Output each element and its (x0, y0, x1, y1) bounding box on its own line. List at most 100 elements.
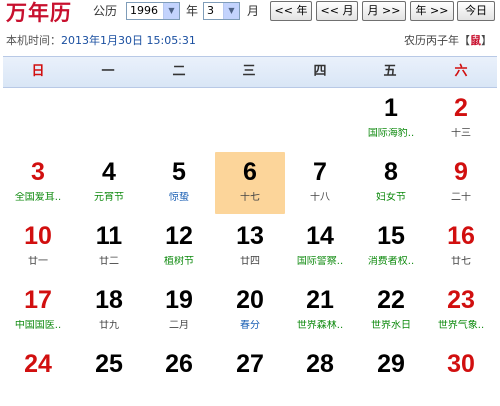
day-number: 29 (377, 350, 405, 378)
weekday-fri: 五 (383, 64, 397, 79)
chevron-down-icon[interactable]: ▼ (163, 3, 179, 19)
day-number: 24 (24, 350, 52, 378)
day-number: 14 (306, 222, 334, 250)
day-cell[interactable]: 26 (144, 344, 214, 406)
day-cell[interactable]: 2 十三 (426, 88, 496, 150)
day-number: 10 (24, 222, 52, 250)
calendar-grid: 1 国际海豹.. 2 十三 3 全国爱耳.. 4 元宵节 5 惊蛰 6 十七 7 十八 8 妇女节 9 二十 10 廿… (3, 88, 497, 378)
day-cell[interactable]: 13 廿四 (215, 216, 285, 278)
lunar-label: 十三 (451, 128, 471, 139)
prev-year-button[interactable]: << 年 (270, 1, 312, 21)
day-cell[interactable]: 8 妇女节 (356, 152, 426, 214)
day-cell[interactable]: 24 (3, 344, 73, 406)
day-number: 16 (447, 222, 475, 250)
prev-month-button[interactable]: << 月 (316, 1, 358, 21)
local-time: 本机时间：2013年1月30日 15:05:31 (6, 34, 196, 48)
toolbar: 万年历 公历 1996 ▼ 年 3 ▼ 月 << 年 << 月 月 >> 年 >… (0, 0, 500, 26)
day-cell[interactable]: 22 世界水日 (356, 280, 426, 342)
day-number: 9 (454, 158, 468, 186)
day-number: 27 (236, 350, 264, 378)
day-cell[interactable]: 21 世界森林.. (285, 280, 355, 342)
weekday-sat: 六 (454, 64, 468, 79)
day-number: 8 (384, 158, 398, 186)
day-number: 19 (165, 286, 193, 314)
lunar-label: 国际海豹.. (367, 128, 415, 139)
lunar-label: 廿九 (99, 320, 119, 331)
lunar-label: 廿一 (28, 256, 48, 267)
lunar-year-close: 】 (481, 34, 492, 47)
day-cell[interactable]: 6 十七 (215, 152, 285, 214)
lunar-year-info: 农历丙子年【鼠】 (404, 34, 492, 48)
calendar-type-label: 公历 (93, 4, 118, 18)
weekday-tue: 二 (172, 64, 186, 79)
day-cell[interactable]: 14 国际警察.. (285, 216, 355, 278)
chevron-down-icon[interactable]: ▼ (223, 3, 239, 19)
lunar-label: 二十 (451, 192, 471, 203)
day-cell[interactable]: 1 国际海豹.. (356, 88, 426, 150)
day-number: 20 (236, 286, 264, 314)
weekday-sun: 日 (31, 64, 45, 79)
day-number: 22 (377, 286, 405, 314)
lunar-label: 中国国医.. (14, 320, 62, 331)
day-cell[interactable]: 29 (356, 344, 426, 406)
local-time-value: 2013年1月30日 15:05:31 (61, 34, 196, 47)
day-cell[interactable]: 3 全国爱耳.. (3, 152, 73, 214)
day-cell[interactable]: 17 中国国医.. (3, 280, 73, 342)
month-select[interactable]: 3 ▼ (203, 2, 240, 20)
lunar-label: 妇女节 (376, 192, 406, 203)
day-number: 28 (306, 350, 334, 378)
day-cell[interactable]: 25 (74, 344, 144, 406)
next-month-button[interactable]: 月 >> (362, 1, 406, 21)
day-number: 7 (313, 158, 327, 186)
day-cell[interactable]: 9 二十 (426, 152, 496, 214)
lunar-label: 国际警察.. (296, 256, 344, 267)
weekday-mon: 一 (101, 64, 115, 79)
day-cell[interactable]: 30 (426, 344, 496, 406)
month-suffix-label: 月 (247, 4, 260, 18)
day-cell[interactable]: 10 廿一 (3, 216, 73, 278)
year-suffix-label: 年 (186, 4, 199, 18)
lunar-label: 世界气象.. (437, 320, 485, 331)
lunar-label: 全国爱耳.. (14, 192, 62, 203)
lunar-label: 二月 (169, 320, 189, 331)
day-number: 12 (165, 222, 193, 250)
lunar-label: 廿七 (451, 256, 471, 267)
day-number: 5 (172, 158, 186, 186)
day-number: 18 (95, 286, 123, 314)
lunar-label: 春分 (240, 320, 260, 331)
day-cell[interactable]: 20 春分 (215, 280, 285, 342)
lunar-year-label: 农历丙子年【 (404, 34, 470, 47)
zodiac-animal: 鼠 (470, 34, 481, 47)
lunar-label: 消费者权.. (367, 256, 415, 267)
day-cell[interactable]: 23 世界气象.. (426, 280, 496, 342)
day-number: 13 (236, 222, 264, 250)
lunar-label: 十七 (240, 192, 260, 203)
day-cell[interactable]: 7 十八 (285, 152, 355, 214)
day-cell[interactable]: 15 消费者权.. (356, 216, 426, 278)
day-number: 1 (384, 94, 398, 122)
local-time-label: 本机时间： (6, 34, 61, 47)
day-cell[interactable]: 11 廿二 (74, 216, 144, 278)
day-number: 25 (95, 350, 123, 378)
day-number: 6 (243, 158, 257, 186)
year-select-value: 1996 (130, 4, 158, 17)
day-number: 3 (31, 158, 45, 186)
year-select[interactable]: 1996 ▼ (126, 2, 180, 20)
lunar-label: 惊蛰 (169, 192, 189, 203)
app-logo: 万年历 (6, 0, 72, 25)
day-cell[interactable]: 5 惊蛰 (144, 152, 214, 214)
day-cell[interactable]: 4 元宵节 (74, 152, 144, 214)
day-number: 21 (306, 286, 334, 314)
day-cell[interactable]: 12 植树节 (144, 216, 214, 278)
day-cell[interactable]: 27 (215, 344, 285, 406)
day-cell[interactable]: 28 (285, 344, 355, 406)
day-number: 17 (24, 286, 52, 314)
today-button[interactable]: 今日 (457, 1, 495, 21)
day-number: 23 (447, 286, 475, 314)
day-number: 2 (454, 94, 468, 122)
next-year-button[interactable]: 年 >> (410, 1, 454, 21)
day-cell[interactable]: 16 廿七 (426, 216, 496, 278)
day-cell[interactable]: 18 廿九 (74, 280, 144, 342)
day-cell[interactable]: 19 二月 (144, 280, 214, 342)
weekday-thu: 四 (313, 64, 327, 79)
